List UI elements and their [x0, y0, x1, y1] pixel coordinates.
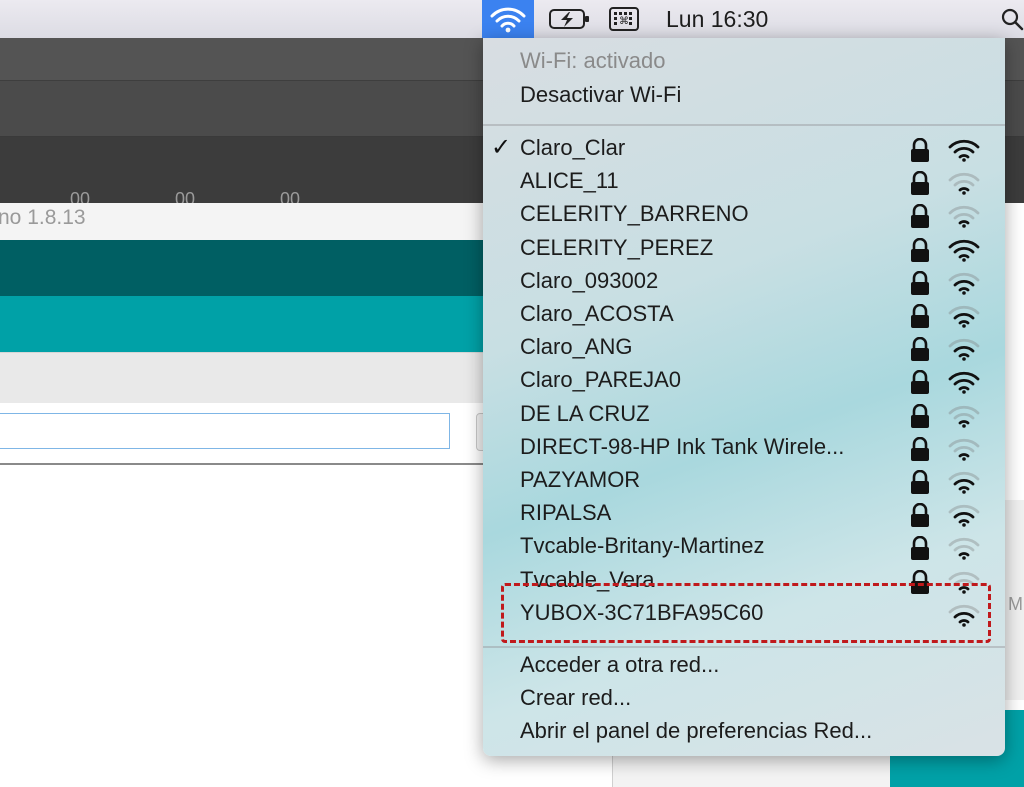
highlight-annotation-box — [501, 583, 991, 643]
network-name: PAZYAMOR — [520, 467, 641, 492]
wifi-signal-icon — [948, 139, 980, 162]
lock-icon — [911, 470, 929, 494]
wifi-signal-icon — [948, 438, 980, 461]
network-name: Claro_ACOSTA — [520, 301, 674, 326]
network-item[interactable]: PAZYAMOR — [483, 465, 1005, 498]
wifi-icon — [490, 7, 526, 33]
lock-icon — [911, 204, 929, 229]
spotlight-button[interactable] — [1000, 0, 1024, 38]
network-name: CELERITY_PEREZ — [520, 234, 714, 260]
wifi-signal-icon — [948, 173, 980, 195]
lock-icon — [911, 171, 929, 196]
menu-separator — [483, 124, 1005, 126]
create-network-item[interactable]: Crear red... — [520, 685, 631, 711]
wifi-signal-icon — [948, 239, 980, 262]
side-panel-label: M — [1008, 594, 1023, 614]
network-name: ALICE_11 — [520, 168, 619, 194]
join-other-network-item[interactable]: Acceder a otra red... — [520, 652, 719, 678]
wifi-signal-icon — [948, 339, 980, 361]
svg-text:⌘: ⌘ — [619, 16, 629, 27]
wifi-signal-icon — [948, 471, 980, 494]
checkmark-icon: ✓ — [491, 134, 512, 161]
lock-icon — [911, 536, 929, 561]
wifi-signal-icon — [948, 206, 980, 229]
spotlight-icon — [1001, 8, 1024, 31]
battery-icon — [549, 9, 589, 29]
wifi-status-label: Wi-Fi: activado — [520, 48, 666, 73]
lock-icon — [911, 270, 929, 295]
lock-icon — [911, 403, 929, 428]
network-name: DE LA CRUZ — [520, 400, 650, 426]
lock-icon — [911, 503, 929, 528]
network-name: Claro_ANG — [520, 334, 633, 360]
network-item[interactable]: ALICE_11 — [483, 166, 1005, 199]
network-item[interactable]: Claro_ANG — [483, 332, 1005, 365]
menu-bar: ⌘ Lun 16:30 — [0, 0, 1024, 38]
wifi-status-item[interactable] — [482, 0, 534, 38]
menu-separator — [483, 646, 1005, 648]
network-item[interactable]: CELERITY_PEREZ — [483, 233, 1005, 266]
network-name: Claro_PAREJA0 — [520, 367, 681, 393]
wifi-signal-icon — [948, 538, 980, 561]
network-name: Claro_Clar — [520, 135, 626, 160]
network-item[interactable]: Claro_093002 — [483, 266, 1005, 299]
network-item[interactable]: RIPALSA — [483, 498, 1005, 531]
background-window-title: no 1.8.13 — [0, 206, 86, 229]
lock-icon — [911, 138, 929, 162]
network-item[interactable]: DIRECT-98-HP Ink Tank Wirele... — [483, 432, 1005, 465]
background-toolbar-bar — [0, 296, 483, 352]
background-text-input[interactable] — [0, 413, 450, 449]
network-name: Claro_093002 — [520, 267, 659, 293]
network-item[interactable]: ✓ Claro_Clar — [483, 133, 1005, 166]
network-name: DIRECT-98-HP Ink Tank Wirele... — [520, 433, 845, 459]
background-divider — [0, 463, 483, 465]
open-network-preferences-item[interactable]: Abrir el panel de preferencias Red... — [520, 718, 872, 744]
lock-icon — [911, 436, 929, 461]
battery-status-item[interactable] — [548, 0, 592, 38]
network-name: Tvcable-Britany-Martinez — [520, 533, 765, 559]
menubar-clock[interactable]: Lun 16:30 — [666, 0, 768, 38]
lock-icon — [911, 370, 929, 395]
background-header-bar — [0, 240, 483, 296]
lock-icon — [911, 237, 929, 262]
wifi-signal-icon — [948, 305, 980, 328]
wifi-signal-icon — [948, 272, 980, 295]
turn-wifi-off-item[interactable]: Desactivar Wi-Fi — [520, 82, 681, 108]
input-source-item[interactable]: ⌘ — [608, 0, 640, 38]
background-section — [0, 352, 483, 403]
network-name: CELERITY_BARRENO — [520, 201, 749, 227]
network-name: RIPALSA — [520, 500, 612, 526]
wifi-signal-icon — [948, 505, 980, 527]
keyboard-icon: ⌘ — [609, 7, 639, 31]
network-item[interactable]: Claro_ACOSTA — [483, 299, 1005, 332]
network-item[interactable]: DE LA CRUZ — [483, 399, 1005, 432]
network-item[interactable]: Tvcable-Britany-Martinez — [483, 531, 1005, 564]
network-item[interactable]: CELERITY_BARRENO — [483, 199, 1005, 232]
network-item[interactable]: Claro_PAREJA0 — [483, 365, 1005, 398]
lock-icon — [911, 304, 929, 328]
wifi-dropdown-menu: Wi-Fi: activado Desactivar Wi-Fi ✓ Claro_… — [483, 38, 1005, 756]
wifi-signal-icon — [948, 372, 980, 395]
wifi-signal-icon — [948, 405, 980, 428]
lock-icon — [911, 337, 929, 362]
